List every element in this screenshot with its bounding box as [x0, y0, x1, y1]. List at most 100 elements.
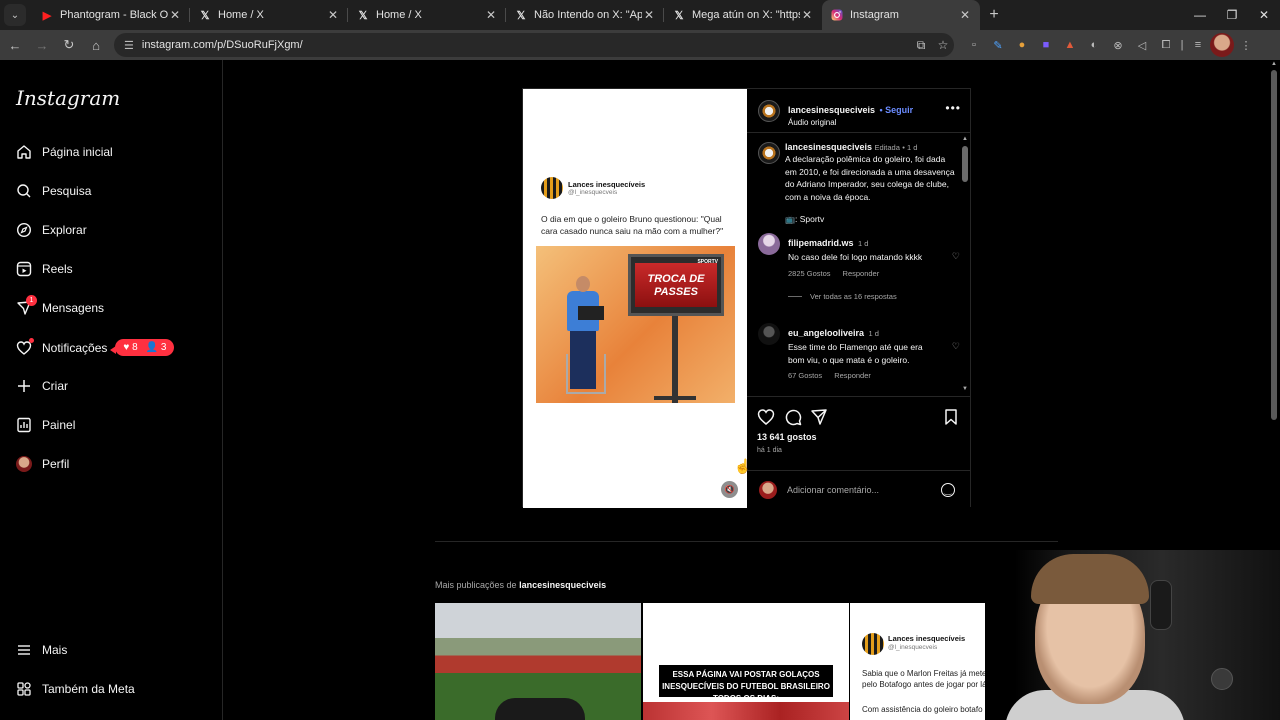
- close-icon[interactable]: ✕: [800, 8, 814, 22]
- forward-button[interactable]: →: [30, 33, 54, 57]
- follow-button[interactable]: • Seguir: [880, 105, 914, 115]
- close-icon[interactable]: ✕: [642, 8, 656, 22]
- new-tab-button[interactable]: +: [980, 6, 1008, 24]
- more-posts-username[interactable]: lancesinesqueciveis: [519, 580, 606, 590]
- scroll-up-arrow[interactable]: ▲: [962, 136, 968, 142]
- close-icon[interactable]: ✕: [326, 8, 340, 22]
- comments-scrollbar[interactable]: ▲ ▼: [962, 136, 968, 392]
- caption-username[interactable]: lancesinesqueciveis: [785, 142, 872, 152]
- original-audio[interactable]: Áudio original: [788, 118, 913, 127]
- post-sidebar: lancesinesqueciveis • Seguir Áudio origi…: [747, 89, 971, 508]
- instagram-logo[interactable]: Instagram: [16, 86, 120, 110]
- page-scroll-thumb[interactable]: [1271, 70, 1277, 420]
- page-scrollbar[interactable]: ▲: [1268, 60, 1280, 720]
- scroll-up-arrow[interactable]: ▲: [1271, 61, 1277, 67]
- tab-mega-atun[interactable]: 𝕏 Mega atún on X: "https://t.co/X ✕: [664, 0, 822, 30]
- extension-icon[interactable]: ▲: [1058, 33, 1082, 57]
- comment-likes[interactable]: 67 Gostos: [788, 371, 822, 380]
- nav-create[interactable]: Criar: [16, 378, 68, 394]
- author-username[interactable]: lancesinesqueciveis: [788, 105, 875, 115]
- comment-icon[interactable]: [784, 408, 802, 426]
- comment-like-icon[interactable]: ♡: [952, 341, 960, 352]
- like-icon[interactable]: [757, 408, 775, 426]
- scroll-down-arrow[interactable]: ▼: [962, 386, 968, 392]
- extension-icon[interactable]: ⊗: [1106, 33, 1130, 57]
- browser-menu-icon[interactable]: ⋮: [1234, 33, 1258, 57]
- share-icon[interactable]: [810, 408, 828, 426]
- comment-username[interactable]: filipemadrid.ws: [788, 238, 854, 248]
- commenter-avatar[interactable]: [758, 233, 780, 255]
- tab-search-menu[interactable]: ⌄: [4, 4, 26, 26]
- extension-icon[interactable]: ●: [1010, 33, 1034, 57]
- tab-nao-intendo[interactable]: 𝕏 Não Intendo on X: "Aprendam ✕: [506, 0, 664, 30]
- nav-notifications[interactable]: Notificações ♥ 8 👤 3: [16, 337, 175, 356]
- reload-button[interactable]: ↻: [57, 33, 81, 57]
- site-info-icon[interactable]: ☰: [124, 39, 134, 52]
- comment-username[interactable]: eu_angelooliveira: [788, 328, 864, 338]
- url-text: instagram.com/p/DSuoRuFjXgm/: [141, 39, 303, 51]
- nav-messages[interactable]: 1 Mensagens: [16, 295, 105, 316]
- nav-dashboard-label: Painel: [42, 418, 76, 432]
- nav-messages-label: Mensagens: [42, 301, 105, 315]
- nav-search[interactable]: Pesquisa: [16, 183, 91, 199]
- install-app-icon[interactable]: ⧉: [910, 38, 932, 53]
- nav-explore-label: Explorar: [42, 223, 87, 237]
- view-replies[interactable]: Ver todas as 16 respostas: [788, 292, 938, 301]
- more-options-icon[interactable]: •••: [945, 101, 961, 115]
- extensions-puzzle-icon[interactable]: ⧠: [1154, 33, 1178, 57]
- profile-avatar[interactable]: [1210, 33, 1234, 57]
- reels-icon: [16, 261, 32, 277]
- extension-icon[interactable]: ◁: [1130, 33, 1154, 57]
- author-avatar[interactable]: [758, 100, 780, 122]
- nav-more[interactable]: Mais: [16, 642, 67, 658]
- close-icon[interactable]: ✕: [484, 8, 498, 22]
- tab-title: Phantogram - Black Out Days (: [60, 9, 168, 21]
- home-button[interactable]: ⌂: [84, 33, 108, 57]
- webcam-headset: [1150, 580, 1172, 630]
- tab-home-x-1[interactable]: 𝕏 Home / X ✕: [190, 0, 348, 30]
- extension-icon[interactable]: ■: [1034, 33, 1058, 57]
- reading-list-icon[interactable]: ≡: [1186, 33, 1210, 57]
- close-icon[interactable]: ✕: [958, 8, 972, 22]
- likes-count[interactable]: 13 641 gostos: [757, 432, 817, 442]
- comments-list[interactable]: lancesinesqueciveis Editada • 1 d A decl…: [747, 134, 971, 396]
- nav-explore[interactable]: Explorar: [16, 222, 87, 238]
- minimize-button[interactable]: —: [1184, 0, 1216, 30]
- back-button[interactable]: ←: [3, 33, 27, 57]
- close-icon[interactable]: ✕: [168, 8, 182, 22]
- tab-home-x-2[interactable]: 𝕏 Home / X ✕: [348, 0, 506, 30]
- reply-button[interactable]: Responder: [843, 269, 880, 278]
- grid-post-2[interactable]: ESSA PÁGINA VAI POSTAR GOLAÇOS INESQUECÍ…: [643, 603, 849, 720]
- post-header: lancesinesqueciveis • Seguir Áudio origi…: [747, 89, 971, 133]
- bookmark-star-icon[interactable]: ☆: [932, 38, 954, 52]
- address-bar[interactable]: ☰ instagram.com/p/DSuoRuFjXgm/ ⧉ ☆: [114, 33, 954, 57]
- comment-time: 1 d: [857, 239, 869, 248]
- nav-also-from-meta[interactable]: Também da Meta: [16, 681, 135, 697]
- nav-home[interactable]: Página inicial: [16, 144, 113, 160]
- notifications-pill[interactable]: ♥ 8 👤 3: [110, 339, 175, 356]
- comment-likes[interactable]: 2825 Gostos: [788, 269, 831, 278]
- add-comment-input[interactable]: [787, 485, 941, 495]
- caption-avatar[interactable]: [758, 142, 780, 164]
- grid-post-1[interactable]: [435, 603, 641, 720]
- extension-icon[interactable]: ◐: [1082, 33, 1106, 57]
- save-bookmark-icon[interactable]: [942, 408, 960, 426]
- extension-icon[interactable]: ✎: [986, 33, 1010, 57]
- nav-reels[interactable]: Reels: [16, 261, 73, 277]
- scroll-thumb[interactable]: [962, 146, 968, 182]
- webcam-microphone: [1211, 668, 1233, 690]
- stadium-crowd: [643, 702, 849, 720]
- emoji-icon[interactable]: ‿: [941, 483, 955, 497]
- nav-profile[interactable]: Perfil: [16, 456, 69, 472]
- tab-instagram[interactable]: Instagram ✕: [822, 0, 980, 30]
- restore-button[interactable]: ❐: [1216, 0, 1248, 30]
- mute-icon[interactable]: 🔇: [721, 481, 738, 498]
- extension-icon[interactable]: ▫: [962, 33, 986, 57]
- commenter-avatar[interactable]: [758, 323, 780, 345]
- reply-button[interactable]: Responder: [834, 371, 871, 380]
- comment-like-icon[interactable]: ♡: [952, 251, 960, 262]
- close-window-button[interactable]: ✕: [1248, 0, 1280, 30]
- nav-dashboard[interactable]: Painel: [16, 417, 75, 433]
- tab-phantogram[interactable]: ▶ Phantogram - Black Out Days ( ✕: [32, 0, 190, 30]
- post-media[interactable]: Lances inesquecíveis @l_inesquecveis O d…: [523, 89, 747, 508]
